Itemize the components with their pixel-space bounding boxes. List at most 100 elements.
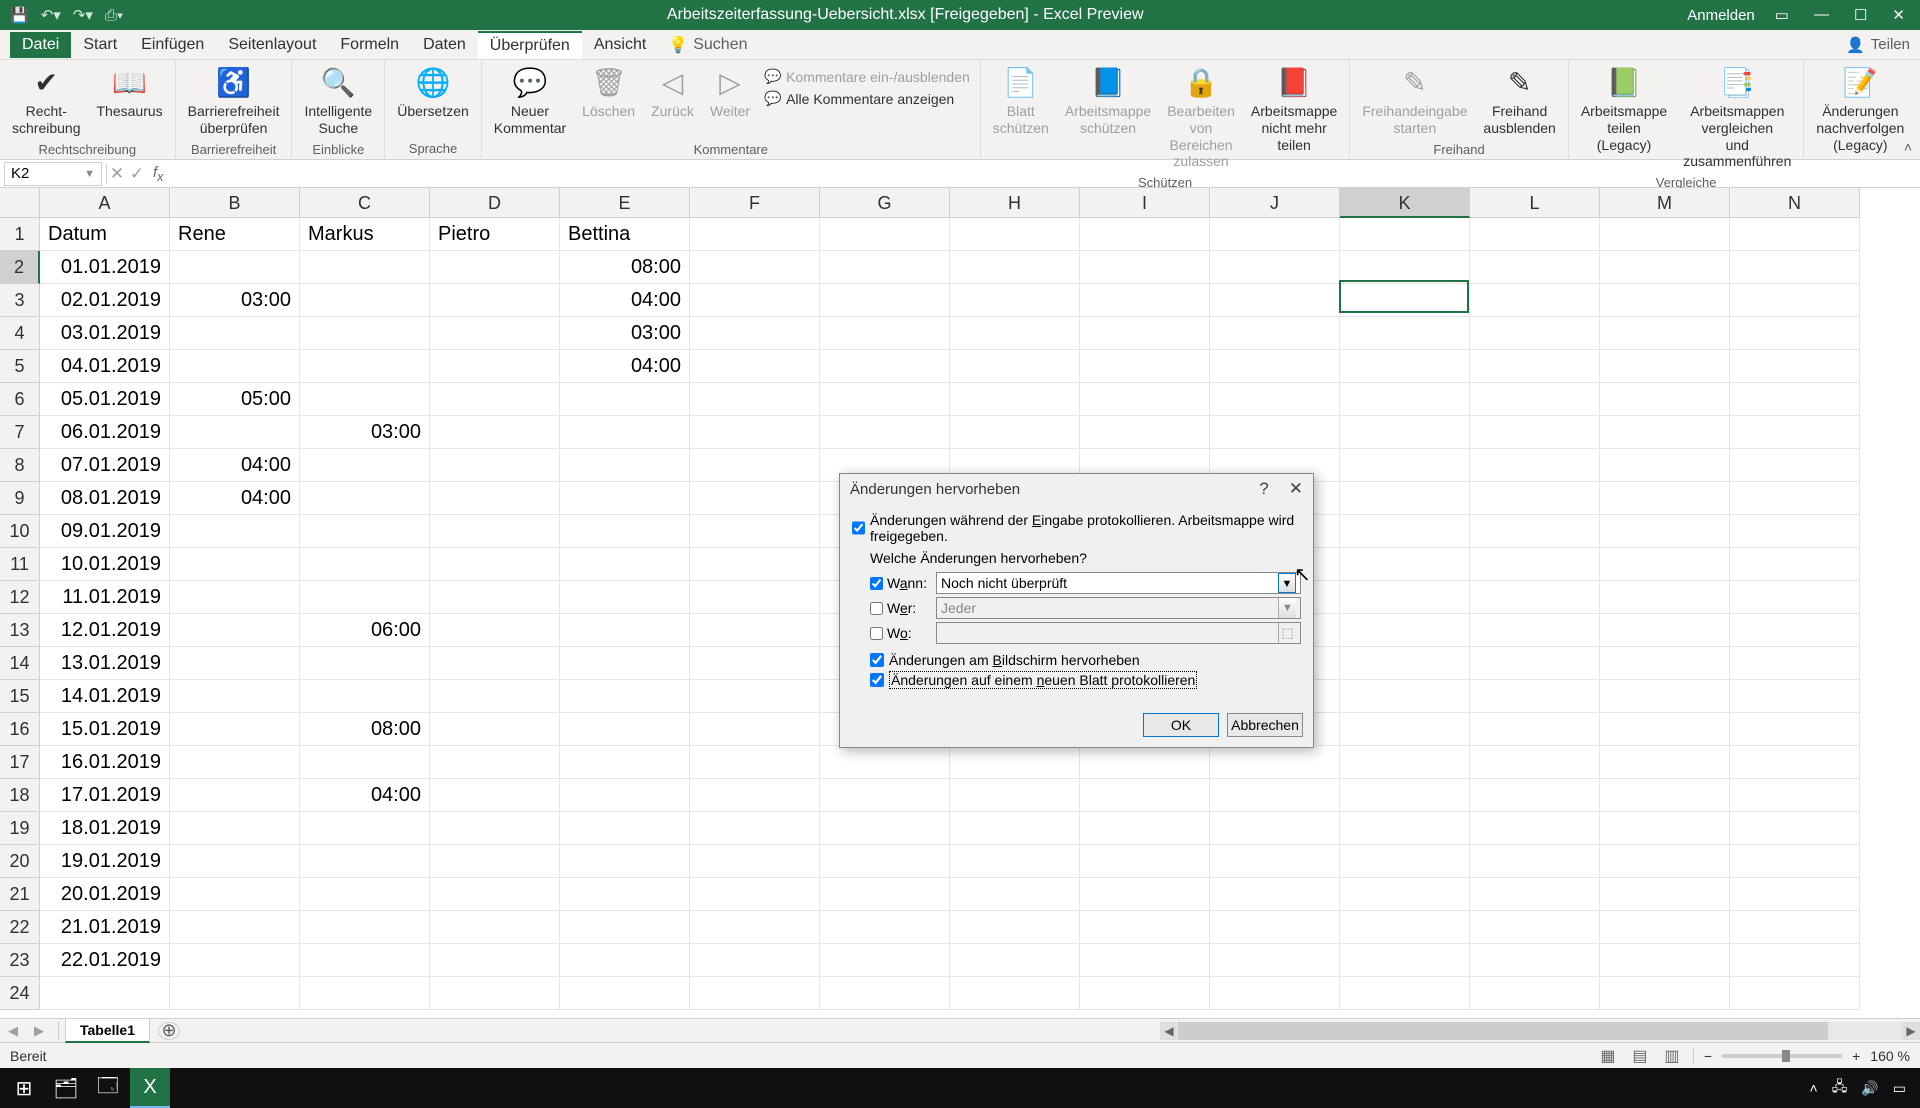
cell[interactable] [1730,845,1860,878]
cancel-icon[interactable]: ✕ [107,164,127,184]
cell[interactable] [170,680,300,713]
cell[interactable]: 08:00 [300,713,430,746]
cell[interactable] [300,317,430,350]
cell[interactable] [430,911,560,944]
cell[interactable] [1340,548,1470,581]
cell[interactable] [430,251,560,284]
cell[interactable]: Bettina [560,218,690,251]
cell[interactable] [690,878,820,911]
cell[interactable] [1340,977,1470,1010]
cell[interactable] [300,482,430,515]
row-header[interactable]: 21 [0,878,40,911]
dialog-close-icon[interactable]: ✕ [1289,479,1303,499]
cell[interactable] [1600,416,1730,449]
cell[interactable] [820,383,950,416]
cell[interactable] [950,284,1080,317]
cell[interactable] [820,878,950,911]
cell[interactable] [1210,845,1340,878]
cell[interactable] [1470,548,1600,581]
cell[interactable] [560,515,690,548]
cell[interactable]: 03:00 [300,416,430,449]
cell[interactable] [1730,812,1860,845]
row-header[interactable]: 10 [0,515,40,548]
row-header[interactable]: 22 [0,911,40,944]
cell[interactable] [170,944,300,977]
cell[interactable] [1600,845,1730,878]
cell[interactable] [1080,845,1210,878]
cell[interactable] [1730,581,1860,614]
cell[interactable]: 03.01.2019 [40,317,170,350]
cell[interactable]: Rene [170,218,300,251]
cell[interactable] [1600,713,1730,746]
cell[interactable] [950,944,1080,977]
deletecomment-button[interactable]: 🗑Löschen [574,62,643,123]
cell[interactable] [1600,218,1730,251]
cell[interactable] [1470,878,1600,911]
excel-taskbar-icon[interactable]: X [130,1068,170,1108]
row-header[interactable]: 5 [0,350,40,383]
cell[interactable]: 14.01.2019 [40,680,170,713]
tab-review[interactable]: Überprüfen [478,31,582,59]
cell[interactable]: 06.01.2019 [40,416,170,449]
protectsheet-button[interactable]: 📄Blatt schützen [985,62,1057,140]
cell[interactable] [1600,515,1730,548]
cell[interactable] [170,647,300,680]
cell[interactable] [560,977,690,1010]
cell[interactable] [1730,944,1860,977]
column-header[interactable]: J [1210,188,1340,218]
cell[interactable] [1210,944,1340,977]
cell[interactable] [1730,218,1860,251]
cell[interactable] [690,845,820,878]
cell[interactable] [1080,284,1210,317]
cell[interactable] [1600,548,1730,581]
cell[interactable] [430,746,560,779]
cell[interactable] [560,449,690,482]
cell[interactable] [300,878,430,911]
cell[interactable]: 11.01.2019 [40,581,170,614]
cell[interactable] [690,746,820,779]
cell[interactable] [1340,713,1470,746]
cell[interactable] [950,977,1080,1010]
cell[interactable] [1080,251,1210,284]
cell[interactable] [560,581,690,614]
cell[interactable] [1470,944,1600,977]
cell[interactable] [690,416,820,449]
cell[interactable] [170,581,300,614]
column-header[interactable]: F [690,188,820,218]
cell[interactable] [1470,845,1600,878]
cell[interactable] [690,614,820,647]
column-header[interactable]: M [1600,188,1730,218]
cell[interactable] [1730,284,1860,317]
cell[interactable] [1730,548,1860,581]
cell[interactable] [1470,812,1600,845]
cell[interactable] [430,317,560,350]
row-header[interactable]: 13 [0,614,40,647]
cell[interactable] [1600,944,1730,977]
zoom-slider[interactable] [1722,1054,1842,1058]
cell[interactable] [1600,317,1730,350]
cell[interactable]: 04:00 [560,284,690,317]
cell[interactable] [1470,779,1600,812]
zoom-out-icon[interactable]: − [1704,1048,1712,1064]
column-header[interactable]: H [950,188,1080,218]
cell[interactable] [690,449,820,482]
cell[interactable] [300,548,430,581]
save-icon[interactable]: 💾 [10,6,29,24]
track-changes-checkbox[interactable] [852,521,865,535]
cell[interactable] [300,383,430,416]
row-header[interactable]: 19 [0,812,40,845]
cell[interactable] [1470,449,1600,482]
cell[interactable] [950,911,1080,944]
cell[interactable] [430,812,560,845]
hideink-button[interactable]: ✎Freihand ausblenden [1475,62,1563,140]
cell[interactable] [950,779,1080,812]
cell[interactable]: 02.01.2019 [40,284,170,317]
column-header[interactable]: L [1470,188,1600,218]
cell[interactable] [170,812,300,845]
cell[interactable] [820,911,950,944]
cell[interactable]: 03:00 [560,317,690,350]
cell[interactable] [1470,317,1600,350]
maximize-icon[interactable]: ☐ [1854,6,1867,24]
cell[interactable] [1600,284,1730,317]
cell[interactable] [1340,284,1470,317]
